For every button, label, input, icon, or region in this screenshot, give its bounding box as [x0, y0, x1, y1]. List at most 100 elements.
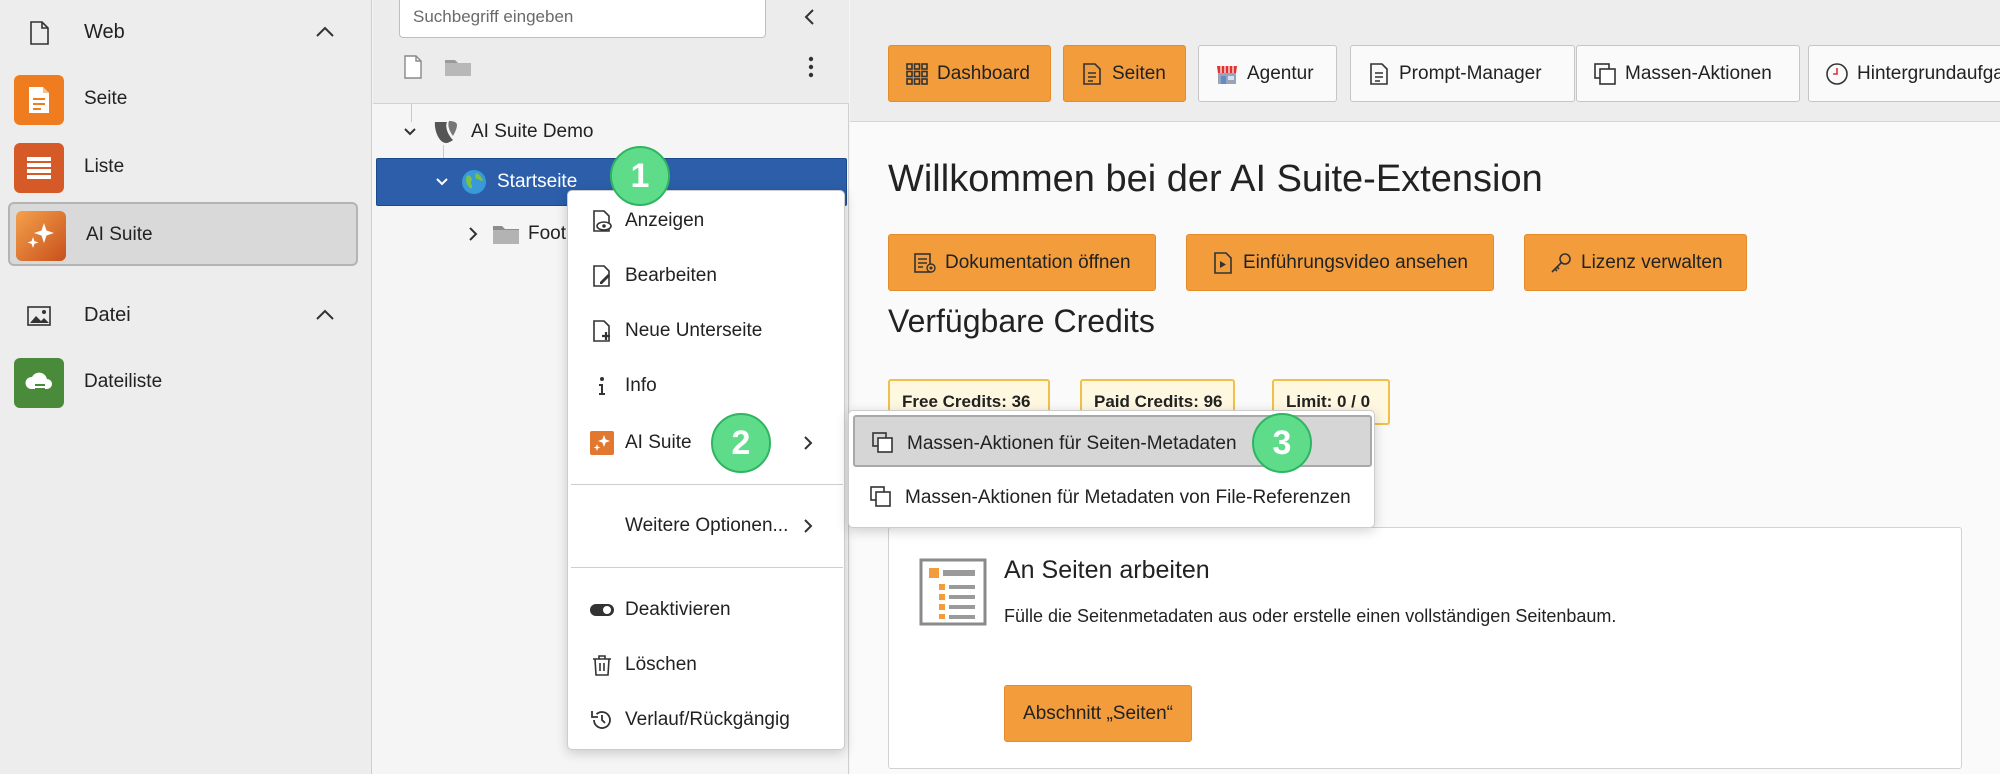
chevron-right-icon	[804, 436, 813, 450]
module-group-datei[interactable]: Datei	[0, 291, 372, 339]
copy-icon	[872, 432, 893, 453]
nav-label: Dashboard	[937, 62, 1030, 84]
chevron-right-icon[interactable]	[466, 225, 480, 243]
ctx-item-label: Info	[625, 375, 657, 396]
module-item-seite[interactable]: Seite	[8, 68, 358, 132]
ctx-item-label: AI Suite	[625, 432, 692, 453]
nav-agentur-button[interactable]: Agentur	[1198, 45, 1337, 102]
intro-video-button[interactable]: Einführungsvideo ansehen	[1186, 234, 1494, 291]
clock-icon	[1826, 62, 1848, 85]
tree-search-input[interactable]	[399, 0, 766, 38]
globe-icon	[462, 170, 486, 194]
nav-seiten-button[interactable]: Seiten	[1063, 45, 1186, 102]
list-module-icon	[14, 143, 64, 193]
info-icon	[599, 377, 605, 395]
chevron-up-icon[interactable]	[313, 22, 337, 42]
ctx-item-neue-unterseite[interactable]: Neue Unterseite	[568, 309, 844, 353]
module-item-ai-suite[interactable]: AI Suite	[8, 202, 358, 266]
ctx-item-label: Anzeigen	[625, 210, 705, 231]
context-menu: Anzeigen Bearbeiten Neue Unterseite Info…	[567, 190, 845, 750]
step-marker-1: 1	[610, 146, 670, 206]
tree-line	[443, 145, 444, 159]
license-button[interactable]: Lizenz verwalten	[1524, 234, 1747, 291]
ctx-item-label: Verlauf/Rückgängig	[625, 709, 790, 730]
ctx-divider	[571, 567, 843, 568]
ctx-item-label: Bearbeiten	[625, 265, 717, 286]
ctx-item-loeschen[interactable]: Löschen	[568, 643, 844, 687]
submenu-item-file-referenzen[interactable]: Massen-Aktionen für Metadaten von File-R…	[853, 471, 1372, 523]
ctx-item-bearbeiten[interactable]: Bearbeiten	[568, 254, 844, 298]
ctx-item-anzeigen[interactable]: Anzeigen	[568, 199, 844, 243]
module-item-liste[interactable]: Liste	[8, 136, 358, 200]
video-icon	[1214, 251, 1232, 274]
pages-card: An Seiten arbeiten Fülle die Seitenmetad…	[888, 527, 1962, 769]
module-group-label: Datei	[84, 303, 131, 326]
step-marker-2: 2	[711, 413, 771, 473]
ctx-item-deaktivieren[interactable]: Deaktivieren	[568, 588, 844, 632]
grid-icon	[906, 62, 928, 85]
ctx-item-label: Weitere Optionen...	[625, 515, 789, 536]
document-icon	[1083, 62, 1101, 85]
typo3-logo-icon	[434, 121, 457, 143]
more-options-icon[interactable]	[805, 54, 817, 80]
module-item-dateiliste[interactable]: Dateiliste	[8, 351, 358, 415]
key-icon	[1551, 252, 1571, 273]
chevron-down-icon[interactable]	[433, 173, 451, 191]
folder-icon	[493, 226, 519, 244]
ctx-item-verlauf[interactable]: Verlauf/Rückgängig	[568, 698, 844, 742]
nav-label: Seiten	[1112, 62, 1166, 84]
nav-label: Agentur	[1247, 62, 1314, 84]
ctx-item-info[interactable]: Info	[568, 364, 844, 408]
nav-prompt-manager-button[interactable]: Prompt-Manager	[1350, 45, 1575, 102]
new-page-icon	[593, 320, 610, 342]
tree-node-label: Startseite	[497, 171, 578, 192]
module-item-label: Dateiliste	[84, 371, 163, 392]
tree-node-label: Foot	[528, 223, 567, 244]
document-icon	[30, 21, 49, 45]
nav-label: Hintergrundaufgaben	[1857, 62, 2000, 84]
submenu-item-label: Massen-Aktionen für Seiten-Metadaten	[907, 433, 1237, 454]
shop-icon	[1217, 65, 1237, 84]
module-item-label: Seite	[84, 88, 128, 109]
toggle-icon	[590, 604, 614, 616]
pages-section-button[interactable]: Abschnitt „Seiten“	[1004, 685, 1192, 742]
action-label: Lizenz verwalten	[1581, 251, 1723, 273]
tree-node-label: AI Suite Demo	[471, 121, 594, 142]
nav-label: Massen-Aktionen	[1625, 62, 1772, 84]
module-item-label: AI Suite	[86, 224, 153, 245]
trash-icon	[593, 655, 611, 676]
page-tree-toolbar	[373, 0, 849, 104]
nav-massen-aktionen-button[interactable]: Massen-Aktionen	[1576, 45, 1800, 102]
ctx-item-label: Löschen	[625, 654, 697, 675]
chevron-up-icon[interactable]	[313, 305, 337, 325]
card-text: Fülle die Seitenmetadaten aus oder erste…	[1004, 606, 1617, 626]
ctx-item-label: Neue Unterseite	[625, 320, 763, 341]
filelist-module-icon	[14, 358, 64, 408]
copy-icon	[870, 486, 891, 507]
module-group-web[interactable]: Web	[0, 8, 372, 56]
page-title: Willkommen bei der AI Suite-Extension	[888, 158, 1543, 200]
chevron-left-icon[interactable]	[797, 4, 823, 30]
document-icon	[1370, 62, 1388, 85]
main-content: Dashboard Seiten Agentur Prompt-Manager …	[850, 0, 2000, 774]
nav-label: Prompt-Manager	[1399, 62, 1542, 84]
credits-heading: Verfügbare Credits	[888, 303, 1155, 339]
edit-page-icon	[593, 265, 610, 287]
history-icon	[591, 711, 611, 729]
action-label: Dokumentation öffnen	[945, 251, 1131, 273]
documentation-button[interactable]: Dokumentation öffnen	[888, 234, 1156, 291]
tree-node-child[interactable]: Foot	[466, 219, 566, 249]
ctx-divider	[571, 484, 843, 485]
ctx-item-weitere-optionen[interactable]: Weitere Optionen...	[568, 504, 844, 548]
new-page-icon[interactable]	[401, 54, 425, 80]
nav-dashboard-button[interactable]: Dashboard	[888, 45, 1051, 102]
nav-hintergrundaufgaben-button[interactable]: Hintergrundaufgaben	[1808, 45, 2000, 102]
documentation-icon	[914, 252, 936, 273]
tree-node-root[interactable]: AI Suite Demo	[401, 117, 594, 147]
chevron-down-icon[interactable]	[401, 123, 419, 141]
ctx-item-ai-suite[interactable]: AI Suite	[568, 421, 844, 465]
folder-icon[interactable]	[443, 54, 473, 80]
ai-suite-icon	[16, 211, 66, 261]
tree-node-startseite[interactable]: Startseite	[433, 167, 577, 197]
action-label: Einführungsvideo ansehen	[1243, 251, 1469, 273]
